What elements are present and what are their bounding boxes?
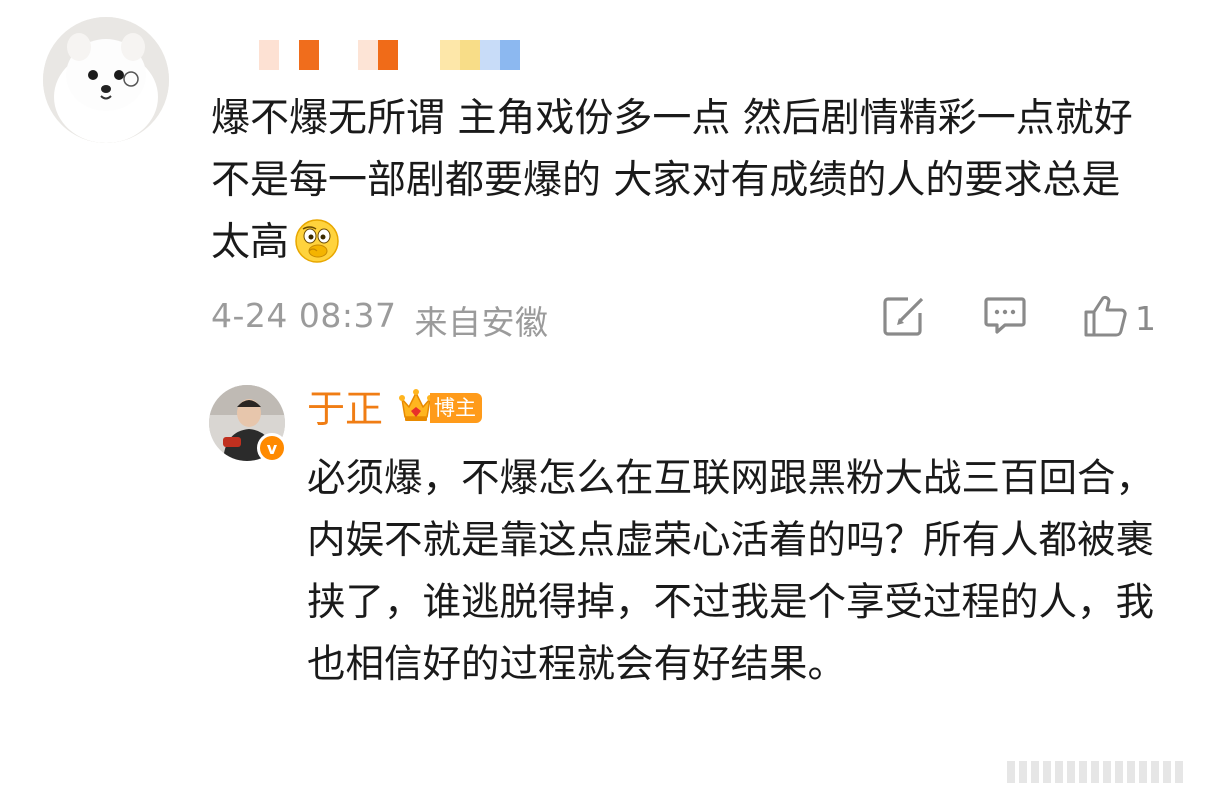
reply-text: 必须爆，不爆怎么在互联网跟黑粉大战三百回合，内娱不就是靠这点虚荣心活着的吗？所有…	[307, 456, 1155, 687]
comment-meta: 4-24 08:37 来自安徽	[211, 296, 549, 344]
share-icon	[882, 295, 926, 341]
comment-icon	[983, 295, 1027, 341]
watermark-graphic	[1003, 757, 1198, 787]
comment-text: 爆不爆无所谓 主角戏份多一点 然后剧情精彩一点就好 不是每一部剧都要爆的 大家对…	[211, 88, 1146, 274]
share-button[interactable]	[882, 296, 926, 340]
comment-body: 爆不爆无所谓 主角戏份多一点 然后剧情精彩一点就好 不是每一部剧都要爆的 大家对…	[211, 96, 1133, 265]
blogger-label: 博主	[430, 393, 482, 423]
thinking-face-emoji-icon	[293, 217, 341, 265]
crown-icon	[398, 387, 434, 429]
comment-date: 4-24 08:37	[211, 296, 397, 335]
pomeranian-avatar-image	[43, 17, 169, 143]
masked-username-part	[358, 40, 398, 70]
commenter-avatar[interactable]	[43, 17, 169, 143]
masked-username-part	[440, 40, 520, 70]
verified-v-icon: v	[257, 433, 287, 463]
like-count: 1	[1135, 298, 1156, 338]
comment-button[interactable]	[983, 296, 1027, 340]
comment-location: 来自安徽	[414, 303, 549, 342]
like-button[interactable]: 1	[1083, 294, 1156, 342]
masked-username	[259, 40, 319, 70]
reply-author-name[interactable]: 于正	[307, 384, 383, 434]
blogger-badge: 博主	[398, 388, 482, 428]
like-icon	[1083, 294, 1129, 342]
